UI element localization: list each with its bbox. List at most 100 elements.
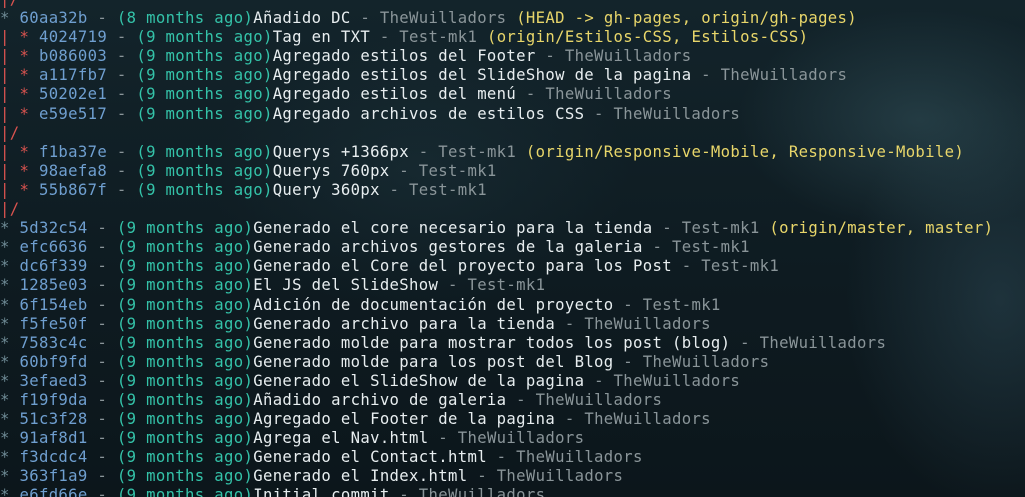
separator: - xyxy=(535,47,565,66)
separator: - xyxy=(506,390,536,409)
commit-author: TheWuilladors xyxy=(516,448,643,467)
commit-author: TheWuilladors xyxy=(613,371,741,390)
separator: - xyxy=(87,467,117,486)
separator: - xyxy=(87,333,117,352)
commit-date: (9 months ago) xyxy=(116,390,254,409)
separator: - xyxy=(107,28,137,47)
separator: - xyxy=(379,180,410,199)
commit-message: Tag en TXT xyxy=(272,28,371,47)
commit-message: Agregado estilos del menú xyxy=(272,85,517,104)
graph-lane: * xyxy=(0,333,20,352)
commit-message: Generado el Contact.html xyxy=(253,448,487,467)
separator: - xyxy=(409,142,439,161)
separator: - xyxy=(107,66,137,85)
graph-lane: * xyxy=(0,390,20,409)
commit-hash: 55b867f xyxy=(38,180,108,199)
commit-date: (9 months ago) xyxy=(136,161,273,180)
commit-date: (9 months ago) xyxy=(116,448,254,467)
separator: - xyxy=(350,9,380,28)
commit-message: Generado el Core del proyecto para los P… xyxy=(253,257,672,276)
commit-date: (9 months ago) xyxy=(136,104,273,123)
commit-date: (9 months ago) xyxy=(116,352,254,371)
commit-message: Agregado estilos del SlideShow de la pag… xyxy=(272,66,692,85)
graph-lane: * xyxy=(0,219,20,238)
branch-refs: (HEAD -> gh-pages, origin/gh-pages) xyxy=(516,9,858,28)
separator: - xyxy=(516,85,546,104)
separator: - xyxy=(87,429,117,448)
separator: - xyxy=(555,410,585,429)
commit-hash: 4024719 xyxy=(38,28,108,47)
commit-row: * 5d32c54 - (9 months ago)Generado el co… xyxy=(0,219,1025,238)
separator: - xyxy=(467,467,497,486)
commit-author: TheWuilladors xyxy=(545,85,672,104)
commit-hash: 5d32c54 xyxy=(19,219,88,238)
branch-refs: (origin/Responsive-Mobile, Responsive-Mo… xyxy=(525,142,965,161)
commit-hash: efc6636 xyxy=(19,238,88,257)
commit-hash: a117fb7 xyxy=(38,66,108,85)
commit-row: * f3dcdc4 - (9 months ago)Generado el Co… xyxy=(0,448,1025,467)
separator: - xyxy=(87,219,117,238)
commit-date: (9 months ago) xyxy=(116,429,254,448)
commit-hash: 6f154eb xyxy=(19,295,88,314)
commit-hash: 60aa32b xyxy=(19,9,88,28)
graph-lane: * xyxy=(0,486,20,497)
commit-author: TheWuilladors xyxy=(564,47,692,66)
commit-row: * 7583c4c - (9 months ago)Generado molde… xyxy=(0,334,1025,353)
graph-lane: |/ xyxy=(0,200,20,219)
graph-lane: * xyxy=(0,314,20,333)
commit-date: (9 months ago) xyxy=(116,486,254,497)
commit-row: | * f1ba37e - (9 months ago)Querys +1366… xyxy=(0,143,1025,162)
branch-refs: (origin/Estilos-CSS, Estilos-CSS) xyxy=(486,28,809,47)
commit-hash: 7583c4c xyxy=(19,333,88,352)
commit-message: Querys 760px xyxy=(272,161,390,180)
separator: - xyxy=(107,161,137,180)
commit-row: * efc6636 - (9 months ago)Generado archi… xyxy=(0,238,1025,257)
commit-author: Test-mk1 xyxy=(681,219,760,238)
commit-author: TheWuilladors xyxy=(759,333,887,352)
separator: - xyxy=(87,486,117,497)
graph-lane: |/ xyxy=(0,0,19,8)
separator: - xyxy=(642,238,672,257)
commit-row: | * 50202e1 - (9 months ago)Agregado est… xyxy=(0,85,1025,104)
separator: - xyxy=(107,104,137,123)
commit-date: (9 months ago) xyxy=(136,47,273,66)
separator: - xyxy=(555,314,585,333)
commit-message: Generado el SlideShow de la pagina xyxy=(253,371,585,390)
commit-author: TheWuilladors xyxy=(584,314,711,333)
commit-hash: f1ba37e xyxy=(38,142,108,161)
commit-author: TheWuilladors xyxy=(720,66,848,85)
graph-row: |/ xyxy=(0,200,1025,219)
separator: - xyxy=(652,219,682,238)
separator: - xyxy=(87,410,117,429)
commit-row: | * 55b867f - (9 months ago)Query 360px … xyxy=(0,181,1025,200)
commit-author: TheWuilladors xyxy=(457,429,585,448)
graph-lane: * xyxy=(0,9,20,28)
separator: - xyxy=(87,448,117,467)
separator: - xyxy=(107,180,137,199)
commit-date: (9 months ago) xyxy=(136,180,273,199)
commit-message: Generado molde para mostrar todos los po… xyxy=(253,333,731,352)
commit-date: (9 months ago) xyxy=(116,219,254,238)
commit-hash: 1285e03 xyxy=(19,276,88,295)
graph-lane: * xyxy=(0,352,20,371)
commit-row: * 3efaed3 - (9 months ago)Generado el Sl… xyxy=(0,372,1025,391)
commit-date: (9 months ago) xyxy=(116,410,254,429)
separator: - xyxy=(87,238,117,257)
commit-message: Generado molde para los post del Blog xyxy=(253,352,614,371)
separator: - xyxy=(87,371,117,390)
commit-date: (9 months ago) xyxy=(116,467,254,486)
graph-lane: * xyxy=(0,410,20,429)
commit-date: (9 months ago) xyxy=(116,238,254,257)
separator: - xyxy=(438,276,468,295)
separator: - xyxy=(87,9,117,28)
commit-row: * 1285e03 - (9 months ago)El JS del Slid… xyxy=(0,276,1025,295)
graph-lane: * xyxy=(0,448,20,467)
git-log-output[interactable]: |/* 60aa32b - (8 months ago)Añadido DC -… xyxy=(0,0,1025,497)
graph-lane: * xyxy=(0,371,20,390)
commit-message: Agregado estilos del Footer xyxy=(272,47,536,66)
commit-author: TheWuilladors xyxy=(418,486,546,497)
graph-lane: | * xyxy=(0,85,39,104)
graph-lane: | * xyxy=(0,180,39,199)
